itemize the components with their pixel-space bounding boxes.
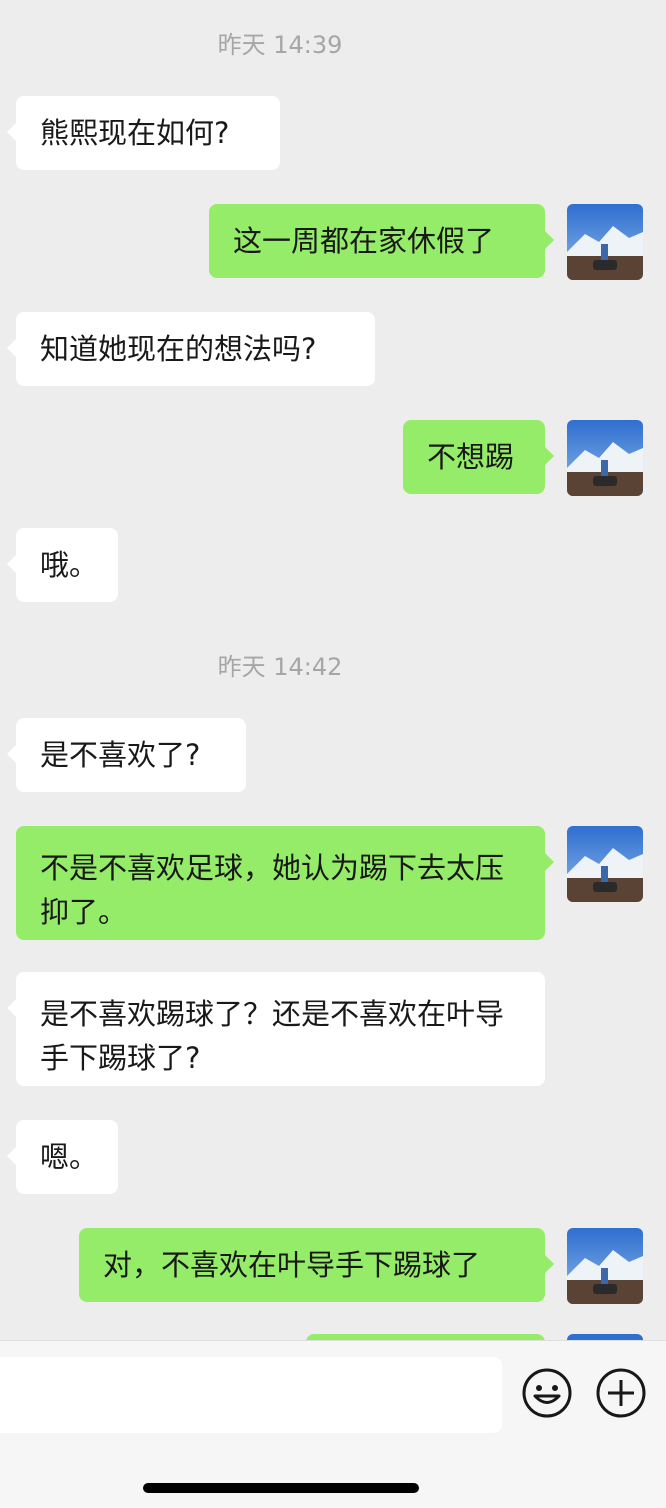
chat-screen: 昨天 14:39 熊熙现在如何? 这一周都在家休假了 知道她现在的想法吗? 不想… bbox=[0, 0, 666, 1508]
emoji-button[interactable] bbox=[521, 1367, 573, 1419]
input-bar bbox=[0, 1340, 666, 1508]
message-list[interactable]: 昨天 14:39 熊熙现在如何? 这一周都在家休假了 知道她现在的想法吗? 不想… bbox=[0, 0, 666, 1340]
message-bubble-outgoing[interactable]: 这一周都在家休假了 bbox=[209, 204, 554, 278]
message-bubble-outgoing[interactable]: 不是不喜欢足球，她认为踢下去太压抑了。 bbox=[16, 826, 554, 940]
message-bubble-incoming[interactable]: 是不喜欢踢球了？还是不喜欢在叶导手下踢球了? bbox=[7, 972, 545, 1086]
message-bubble-incoming[interactable]: 嗯。 bbox=[7, 1120, 118, 1194]
message-bubble-outgoing[interactable]: 不想踢 bbox=[403, 420, 554, 494]
message-bubble-incoming[interactable]: 是不喜欢了? bbox=[7, 718, 246, 792]
message-input[interactable] bbox=[0, 1357, 502, 1433]
message-bubble-incoming[interactable]: 熊熙现在如何? bbox=[7, 96, 280, 170]
avatar[interactable] bbox=[567, 1228, 643, 1304]
plus-icon bbox=[596, 1368, 646, 1418]
message-bubble-incoming[interactable]: 哦。 bbox=[7, 528, 118, 602]
message-bubble-outgoing[interactable]: 对，不喜欢在叶导手下踢球了 bbox=[79, 1228, 554, 1302]
timestamp: 昨天 14:39 bbox=[217, 31, 343, 59]
add-button[interactable] bbox=[595, 1367, 647, 1419]
avatar[interactable] bbox=[567, 204, 643, 280]
avatar-mountain-icon bbox=[567, 826, 643, 902]
avatar-mountain-icon bbox=[567, 420, 643, 496]
avatar-mountain-icon bbox=[567, 1228, 643, 1304]
avatar[interactable] bbox=[567, 826, 643, 902]
home-indicator[interactable] bbox=[143, 1483, 419, 1493]
message-bubble-incoming[interactable]: 知道她现在的想法吗? bbox=[7, 312, 375, 386]
emoji-icon bbox=[522, 1368, 572, 1418]
timestamp: 昨天 14:42 bbox=[217, 653, 343, 681]
avatar-mountain-icon bbox=[567, 204, 643, 280]
avatar[interactable] bbox=[567, 420, 643, 496]
